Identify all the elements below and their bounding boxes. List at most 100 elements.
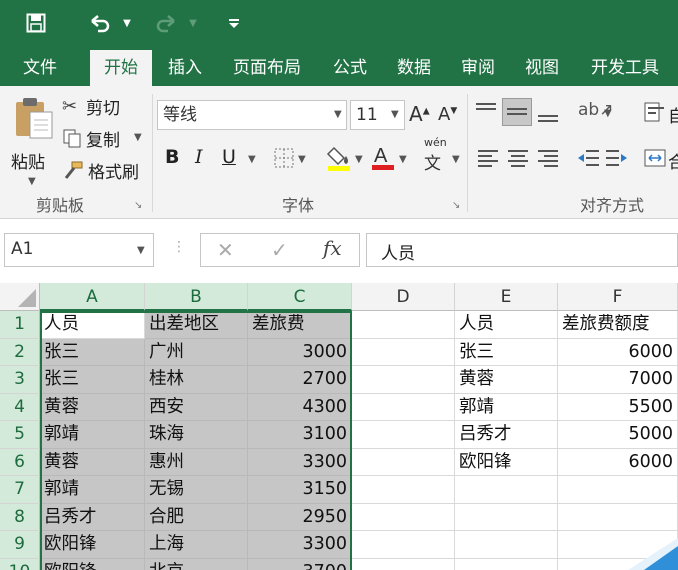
underline-icon[interactable]: U bbox=[222, 146, 236, 168]
tab-developer[interactable]: 开发工具 bbox=[580, 50, 670, 86]
align-bottom-icon[interactable] bbox=[537, 102, 559, 128]
row-header[interactable]: 8 bbox=[0, 503, 40, 531]
cell-b8[interactable]: 合肥 bbox=[145, 503, 248, 531]
increase-indent-icon[interactable] bbox=[605, 148, 629, 172]
name-box[interactable]: A1 ▼ bbox=[4, 233, 154, 267]
cell-a1[interactable]: 人员 bbox=[40, 311, 145, 339]
align-right-icon[interactable] bbox=[537, 148, 559, 172]
cell-f5[interactable]: 5000 bbox=[558, 421, 678, 449]
borders-dropdown-icon[interactable]: ▼ bbox=[298, 154, 306, 165]
underline-dropdown-icon[interactable]: ▼ bbox=[248, 154, 256, 165]
cell-a8[interactable]: 吕秀才 bbox=[40, 503, 145, 531]
tab-page-layout[interactable]: 页面布局 bbox=[225, 50, 309, 86]
row-header[interactable]: 10 bbox=[0, 558, 40, 570]
cell-b3[interactable]: 桂林 bbox=[145, 366, 248, 394]
paste-dropdown-icon[interactable]: ▼ bbox=[28, 176, 36, 187]
cell-a9[interactable]: 欧阳锋 bbox=[40, 531, 145, 559]
cell-e8[interactable] bbox=[455, 503, 558, 531]
cell-b1[interactable]: 出差地区 bbox=[145, 311, 248, 339]
cell-c4[interactable]: 4300 bbox=[248, 393, 352, 421]
cell-d10[interactable] bbox=[352, 558, 455, 570]
cell-c6[interactable]: 3300 bbox=[248, 448, 352, 476]
cell-d7[interactable] bbox=[352, 476, 455, 504]
merge-center-icon[interactable] bbox=[644, 148, 666, 172]
cell-b7[interactable]: 无锡 bbox=[145, 476, 248, 504]
row-header[interactable]: 9 bbox=[0, 531, 40, 559]
tab-insert[interactable]: 插入 bbox=[155, 50, 215, 86]
cell-a7[interactable]: 郭靖 bbox=[40, 476, 145, 504]
clipboard-launcher-icon[interactable]: ↘ bbox=[134, 200, 142, 211]
tab-data[interactable]: 数据 bbox=[384, 50, 444, 86]
increase-font-icon[interactable]: A▲ bbox=[409, 102, 430, 126]
tab-home[interactable]: 开始 bbox=[90, 50, 152, 86]
cell-e5[interactable]: 吕秀才 bbox=[455, 421, 558, 449]
fill-color-dropdown-icon[interactable]: ▼ bbox=[355, 154, 363, 165]
select-all-corner[interactable] bbox=[0, 283, 40, 311]
cell-f8[interactable] bbox=[558, 503, 678, 531]
worksheet-grid[interactable]: A B C D E F 1 人员 出差地区 差旅费 人员 差旅费额度 2 张三 广州 3000 张三 6000 3 张… bbox=[0, 283, 678, 570]
orientation-dropdown-icon[interactable]: ▼ bbox=[604, 108, 612, 119]
cell-e2[interactable]: 张三 bbox=[455, 338, 558, 366]
tab-formulas[interactable]: 公式 bbox=[320, 50, 380, 86]
bold-icon[interactable]: B bbox=[165, 146, 179, 168]
cell-c10[interactable]: 3700 bbox=[248, 558, 352, 570]
cell-f6[interactable]: 6000 bbox=[558, 448, 678, 476]
merge-label-fragment[interactable]: 合 bbox=[668, 148, 678, 173]
cell-a2[interactable]: 张三 bbox=[40, 338, 145, 366]
cell-e10[interactable] bbox=[455, 558, 558, 570]
phonetic-guide-icon[interactable]: wén 文 bbox=[424, 136, 447, 174]
undo-dropdown-icon[interactable]: ▼ bbox=[120, 8, 134, 38]
fill-color-icon[interactable] bbox=[326, 144, 352, 176]
cell-a6[interactable]: 黄蓉 bbox=[40, 448, 145, 476]
row-header[interactable]: 7 bbox=[0, 476, 40, 504]
cancel-entry-icon[interactable]: ✕ bbox=[217, 238, 234, 262]
column-header-a[interactable]: A bbox=[40, 283, 145, 311]
align-middle-icon[interactable] bbox=[502, 98, 532, 126]
cell-d4[interactable] bbox=[352, 393, 455, 421]
insert-function-icon[interactable]: fx bbox=[323, 236, 342, 260]
cell-d3[interactable] bbox=[352, 366, 455, 394]
font-color-dropdown-icon[interactable]: ▼ bbox=[399, 154, 407, 165]
cell-b10[interactable]: 北京 bbox=[145, 558, 248, 570]
cell-d1[interactable] bbox=[352, 311, 455, 339]
cell-e7[interactable] bbox=[455, 476, 558, 504]
font-size-dropdown-icon[interactable]: ▼ bbox=[391, 101, 399, 129]
cell-d6[interactable] bbox=[352, 448, 455, 476]
confirm-entry-icon[interactable]: ✓ bbox=[271, 238, 288, 262]
column-header-d[interactable]: D bbox=[352, 283, 455, 311]
cell-e4[interactable]: 郭靖 bbox=[455, 393, 558, 421]
column-header-e[interactable]: E bbox=[455, 283, 558, 311]
cell-c9[interactable]: 3300 bbox=[248, 531, 352, 559]
cell-b9[interactable]: 上海 bbox=[145, 531, 248, 559]
cell-b4[interactable]: 西安 bbox=[145, 393, 248, 421]
column-header-b[interactable]: B bbox=[145, 283, 248, 311]
cell-d5[interactable] bbox=[352, 421, 455, 449]
align-left-icon[interactable] bbox=[477, 148, 499, 172]
font-color-icon[interactable]: A bbox=[370, 142, 396, 176]
cell-b2[interactable]: 广州 bbox=[145, 338, 248, 366]
undo-icon[interactable] bbox=[86, 8, 114, 38]
customize-toolbar-icon[interactable] bbox=[226, 8, 242, 38]
row-header[interactable]: 6 bbox=[0, 448, 40, 476]
wrap-text-label-fragment[interactable]: 自 bbox=[668, 102, 678, 127]
phonetic-dropdown-icon[interactable]: ▼ bbox=[452, 154, 460, 165]
formula-input[interactable]: 人员 bbox=[366, 233, 678, 267]
italic-icon[interactable]: I bbox=[195, 146, 203, 168]
cell-f2[interactable]: 6000 bbox=[558, 338, 678, 366]
cell-d2[interactable] bbox=[352, 338, 455, 366]
cell-c8[interactable]: 2950 bbox=[248, 503, 352, 531]
row-header[interactable]: 1 bbox=[0, 311, 40, 339]
cell-f3[interactable]: 7000 bbox=[558, 366, 678, 394]
align-center-icon[interactable] bbox=[507, 148, 529, 172]
row-header[interactable]: 5 bbox=[0, 421, 40, 449]
cell-d9[interactable] bbox=[352, 531, 455, 559]
column-header-c[interactable]: C bbox=[248, 283, 352, 311]
cell-e3[interactable]: 黄蓉 bbox=[455, 366, 558, 394]
cell-f4[interactable]: 5500 bbox=[558, 393, 678, 421]
wrap-text-icon[interactable] bbox=[644, 102, 666, 128]
tab-file[interactable]: 文件 bbox=[10, 50, 70, 86]
cell-a10[interactable]: 欧阳锋 bbox=[40, 558, 145, 570]
copy-dropdown-icon[interactable]: ▼ bbox=[134, 132, 142, 143]
cell-c2[interactable]: 3000 bbox=[248, 338, 352, 366]
cell-c1[interactable]: 差旅费 bbox=[248, 311, 352, 339]
